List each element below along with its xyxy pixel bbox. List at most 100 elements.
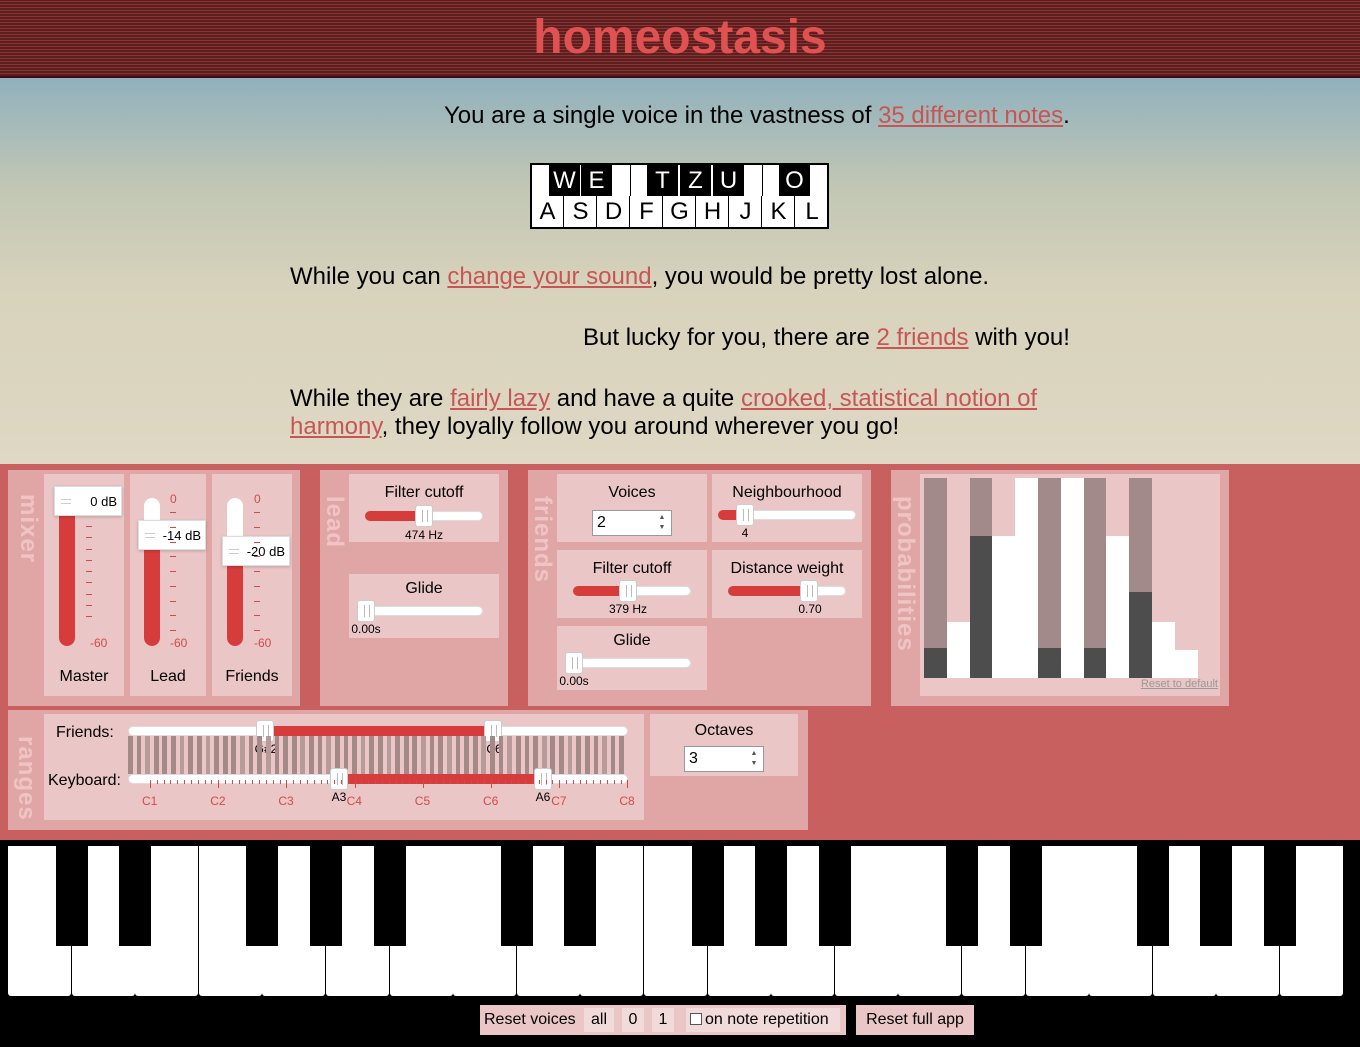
lead-glide-thumb[interactable] — [357, 600, 375, 622]
mini-key — [446, 736, 452, 774]
lead-label: Lead — [150, 668, 186, 685]
probability-column[interactable] — [1060, 478, 1084, 678]
key-hint-black: E — [581, 165, 612, 196]
intro-line-4: While they are fairly lazy and have a qu… — [290, 385, 1038, 440]
neighbourhood-thumb[interactable] — [736, 504, 754, 526]
piano-black-key[interactable] — [246, 846, 279, 946]
db-tick — [254, 615, 260, 617]
intro-section: You are a single voice in the vastness o… — [0, 78, 1360, 464]
octave-tick-mark — [559, 780, 561, 788]
db-tick — [254, 585, 260, 587]
piano-black-key[interactable] — [1136, 846, 1169, 946]
piano-black-key[interactable] — [1264, 846, 1296, 946]
octave-tick-mark — [545, 780, 547, 784]
piano-black-key[interactable] — [691, 846, 724, 946]
friends-section-label: friends — [529, 496, 556, 584]
octave-tick-mark — [272, 780, 274, 784]
lazy-link[interactable]: fairly lazy — [450, 385, 550, 412]
friends-link[interactable]: 2 friends — [876, 324, 968, 351]
friends-fader-thumb[interactable]: -20 dB — [222, 536, 290, 566]
octave-tick-mark — [190, 780, 192, 784]
mini-key — [360, 736, 366, 774]
probability-empty-part — [1152, 478, 1175, 622]
reset-probabilities-link[interactable]: Reset to default — [1108, 678, 1218, 690]
db-tick — [170, 571, 176, 572]
octave-tick-mark — [150, 780, 151, 788]
db-tick — [170, 630, 176, 631]
reset-all-button[interactable]: all — [584, 1008, 614, 1032]
master-fader-thumb[interactable]: 0 dB — [54, 486, 122, 516]
octave-tick-mark — [566, 780, 568, 784]
notes-link[interactable]: 35 different notes — [878, 102, 1063, 129]
db-tick — [86, 526, 92, 527]
ranges-label: ranges — [13, 736, 40, 821]
reset-one-button[interactable]: 1 — [652, 1008, 674, 1032]
lead-cutoff-thumb[interactable] — [415, 505, 433, 527]
octave-tick-mark — [429, 780, 431, 784]
spinner-icon[interactable]: ▲ ▼ — [747, 749, 761, 769]
key-hint-white: A — [532, 196, 564, 227]
probabilities-chart[interactable]: Reset to default — [920, 474, 1220, 696]
piano-black-key[interactable] — [946, 846, 978, 946]
friends-glide-track[interactable] — [565, 658, 691, 668]
harmony-link-2[interactable]: harmony — [290, 413, 382, 440]
octaves-input[interactable]: 3 ▲ ▼ — [684, 746, 764, 772]
mini-key — [274, 736, 280, 774]
mini-key — [309, 736, 314, 774]
reset-app-button[interactable]: Reset full app — [856, 1005, 974, 1035]
piano-black-key[interactable] — [310, 846, 342, 946]
mixer-panel: mixer -60 0 dB Master 0 -60 -14 dB Lead — [8, 470, 300, 706]
mini-key — [153, 736, 159, 774]
mini-key — [222, 736, 228, 774]
piano-black-key[interactable] — [564, 846, 597, 946]
db-tick — [170, 585, 176, 587]
spinner-icon[interactable]: ▲ ▼ — [655, 513, 669, 533]
reset-zero-button[interactable]: 0 — [622, 1008, 644, 1032]
piano-black-key[interactable] — [500, 846, 533, 946]
probability-column[interactable] — [1015, 478, 1038, 678]
key-hint-black: Z — [680, 165, 711, 196]
probability-empty-part — [1106, 478, 1130, 536]
piano-black-key[interactable] — [818, 846, 851, 946]
octave-tick-mark — [415, 780, 417, 784]
change-sound-link[interactable]: change your sound — [447, 263, 651, 290]
octave-tick-mark — [463, 780, 465, 784]
distance-weight-thumb[interactable] — [800, 580, 818, 602]
mini-key — [593, 736, 599, 774]
repetition-checkbox[interactable] — [690, 1013, 702, 1025]
piano-black-key[interactable] — [55, 846, 88, 946]
piano-black-key[interactable] — [1200, 846, 1233, 946]
master-label: Master — [59, 668, 109, 685]
mini-key — [378, 736, 383, 774]
lead-glide-track[interactable] — [357, 606, 483, 616]
piano-black-key[interactable] — [119, 846, 152, 946]
octave-tick-mark — [579, 780, 581, 784]
octave-tick-mark — [477, 780, 479, 784]
mini-key — [515, 736, 521, 774]
lead-fader-thumb[interactable]: -14 dB — [138, 520, 206, 550]
lead-glide-label: Glide — [405, 580, 443, 597]
mini-key — [291, 736, 297, 774]
mini-key — [265, 736, 271, 774]
friends-cutoff-thumb[interactable] — [619, 580, 637, 602]
friends-glide-thumb[interactable] — [565, 652, 583, 674]
lead-channel: 0 -60 -14 dB Lead — [130, 474, 206, 696]
db-tick — [86, 604, 92, 606]
piano-black-key[interactable] — [1009, 846, 1042, 946]
piano-black-key[interactable] — [755, 846, 788, 946]
on-repetition-toggle[interactable]: on note repetition — [686, 1008, 840, 1032]
mini-key — [412, 736, 418, 774]
harmony-link[interactable]: crooked, statistical notion of — [741, 385, 1037, 412]
mini-key — [481, 736, 487, 774]
master-min-label: -60 — [90, 636, 108, 650]
voices-label: Voices — [608, 484, 656, 501]
octave-tick-mark — [552, 780, 554, 784]
voices-input[interactable]: 2 ▲ ▼ — [592, 510, 672, 536]
mini-key — [610, 736, 616, 774]
octave-tick-mark — [252, 780, 254, 784]
octave-tick-mark — [572, 780, 574, 784]
probability-bars[interactable] — [920, 474, 1220, 696]
octave-tick-mark — [402, 780, 404, 784]
db-tick — [170, 615, 176, 617]
piano-black-key[interactable] — [373, 846, 406, 946]
